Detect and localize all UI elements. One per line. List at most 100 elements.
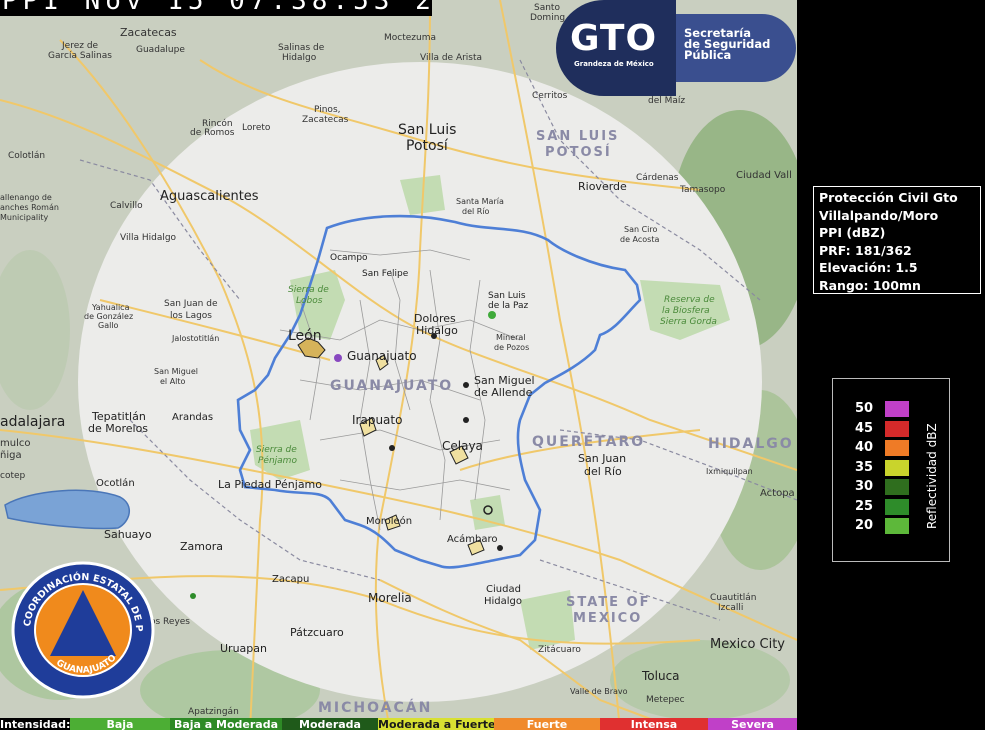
label-city-moctezuma: Moctezuma xyxy=(384,33,436,43)
label-city-leon: León xyxy=(288,328,322,344)
label-state-michoacan: MICHOACÁN xyxy=(318,699,432,716)
label-city-jerez-2: García Salinas xyxy=(48,51,112,61)
legend-row: 25 xyxy=(855,498,915,515)
proteccion-civil-seal-icon: COORDINACIÓN ESTATAL DE PROTECCIÓN CIVIL… xyxy=(10,560,155,699)
logo-acronym: GTO xyxy=(570,18,658,59)
label-city-valledebravo: Valle de Bravo xyxy=(570,687,628,696)
label-city-sanluis: San Luis xyxy=(398,122,456,138)
label-city-jocotepec: cotep xyxy=(0,471,26,481)
legend-swatch xyxy=(885,479,909,495)
label-city-arandas: Arandas xyxy=(172,412,213,423)
label-state-mexico: STATE OF xyxy=(566,595,650,610)
legend-row: 20 xyxy=(855,518,915,534)
intensity-level: Moderada xyxy=(282,718,378,730)
label-city-cardenas: Cárdenas xyxy=(636,173,679,183)
label-city-sanjuanlagos: San Juan de xyxy=(164,299,218,309)
legend-value: 45 xyxy=(855,420,874,436)
label-sierra-lobos-2: Lobos xyxy=(296,296,323,306)
label-state-guanajuato: GUANAJUATO xyxy=(330,378,453,394)
label-city-ocotlan: Ocotlán xyxy=(96,477,135,489)
label-city-apatzingan: Apatzingán xyxy=(188,707,239,717)
logo-tagline: Grandeza de México xyxy=(574,60,654,68)
label-city-metepec: Metepec xyxy=(646,695,685,705)
radar-info-product: PPI (dBZ) xyxy=(819,225,886,241)
label-state-sanluis: SAN LUIS xyxy=(536,129,619,144)
label-city-sanfelipe: San Felipe xyxy=(362,269,409,279)
intensity-level: Moderada a Fuerte xyxy=(378,718,494,730)
label-city-guadalupe: Guadalupe xyxy=(136,45,185,55)
label-city-sanluisdelapaz-2: de la Paz xyxy=(488,301,529,311)
intensity-level: Intensa xyxy=(600,718,708,730)
label-city-jerez: Jerez de xyxy=(61,41,99,51)
label-city-sanmiguel-2: de Allende xyxy=(474,386,533,399)
label-city-sanciro: San Ciro xyxy=(624,225,658,234)
legend-swatch xyxy=(885,420,909,437)
label-city-mulco: mulco xyxy=(0,438,30,449)
label-city-sanluis-2: Potosí xyxy=(406,138,449,154)
label-city-mulco-2: ñiga xyxy=(0,450,22,461)
reflectivity-legend: Reflectividad dBZ 50 45 40 35 30 25 20 xyxy=(832,378,950,562)
label-city-mineral: Mineral xyxy=(496,333,526,342)
radar-info-agency: Protección Civil Gto xyxy=(819,190,958,205)
label-city-sanluisdelapaz: San Luis xyxy=(488,291,526,301)
label-city-zacatecas: Zacatecas xyxy=(120,26,177,39)
label-city-acambaro: Acámbaro xyxy=(447,533,498,545)
radar-map[interactable]: GUANAJUATO SAN LUIS POTOSÍ QUERÉTARO HID… xyxy=(0,0,797,730)
label-state-hidalgo: HIDALGO xyxy=(708,436,794,452)
label-city-sahuayo: Sahuayo xyxy=(104,528,152,541)
logo-org-line3: Pública xyxy=(684,48,732,62)
label-biosfera-2: la Biosfera xyxy=(662,306,710,316)
legend-swatch xyxy=(885,498,909,515)
logo-banner: Secretaría de Seguridad Pública xyxy=(666,14,796,82)
legend-row: 50 xyxy=(855,401,915,417)
label-city-salinas-2: Hidalgo xyxy=(282,53,317,63)
intensity-level: Baja xyxy=(70,718,170,730)
label-city-villahidalgo: Villa Hidalgo xyxy=(120,233,177,243)
label-city-cuautitlan-2: Izcalli xyxy=(718,603,743,613)
legend-value: 30 xyxy=(855,479,874,494)
label-city-mexicocity: Mexico City xyxy=(710,637,785,652)
label-city-irapuato: Irapuato xyxy=(352,413,402,427)
label-city-cuautitlan: Cuautitlán xyxy=(710,593,757,603)
legend-value: 35 xyxy=(855,459,874,475)
label-city-delmaiz: del Maíz xyxy=(648,96,685,106)
legend-value: 50 xyxy=(855,401,874,416)
label-sierra-penjamo: Sierra de xyxy=(256,445,297,455)
label-city-ocampo: Ocampo xyxy=(330,253,368,263)
label-city-valparaiso-2: anches Román xyxy=(0,203,59,212)
label-city-rioverde: Rioverde xyxy=(578,180,627,193)
label-city-pinos: Pinos, xyxy=(314,105,341,115)
radar-info-prf: PRF: 181/362 xyxy=(819,242,912,258)
label-city-sanmiguelalto-2: el Alto xyxy=(160,377,186,386)
legend-swatch xyxy=(885,401,909,417)
radar-timestamp: PPI Nov 15 07:38:53 2019 xyxy=(0,0,432,16)
label-city-pinos-2: Zacatecas xyxy=(302,115,349,125)
legend-value: 40 xyxy=(855,440,874,455)
label-city-tamasopo: Tamasopo xyxy=(679,185,726,195)
legend-value: 20 xyxy=(855,518,874,533)
label-city-ciudadhidalgo-2: Hidalgo xyxy=(484,596,522,607)
label-city-villadearista: Villa de Arista xyxy=(420,53,482,63)
label-city-ciudadhidalgo: Ciudad xyxy=(486,584,521,595)
label-city-valparaiso-3: Municipality xyxy=(0,213,48,222)
label-sierra-lobos: Sierra de xyxy=(288,285,329,295)
label-city-santamaria-2: del Río xyxy=(462,207,490,216)
label-city-actopan: Actopa xyxy=(760,488,795,499)
label-city-sanmiguelalto: San Miguel xyxy=(154,367,198,376)
legend-row: 45 xyxy=(855,420,915,437)
label-city-loreto: Loreto xyxy=(242,123,271,133)
label-city-celaya: Celaya xyxy=(442,439,483,453)
right-panel xyxy=(797,0,985,730)
label-city-guanajuato: Guanajuato xyxy=(347,349,417,363)
legend-row: 35 xyxy=(855,459,915,476)
label-biosfera-3: Sierra Gorda xyxy=(660,317,717,327)
legend-title: Reflectividad dBZ xyxy=(925,423,939,529)
label-city-moroleon: Moroleón xyxy=(366,515,412,527)
label-city-mineral-2: de Pozos xyxy=(494,343,529,352)
label-city-yahualica-2: de González xyxy=(84,312,133,321)
radar-info-site: Villalpando/Moro xyxy=(819,207,939,223)
label-city-rincon-2: de Romos xyxy=(190,128,235,138)
radar-info-box: Protección Civil Gto Villalpando/Moro PP… xyxy=(813,186,981,294)
label-state-mexico-2: MEXICO xyxy=(573,611,642,626)
label-city-salinas: Salinas de xyxy=(278,43,325,53)
